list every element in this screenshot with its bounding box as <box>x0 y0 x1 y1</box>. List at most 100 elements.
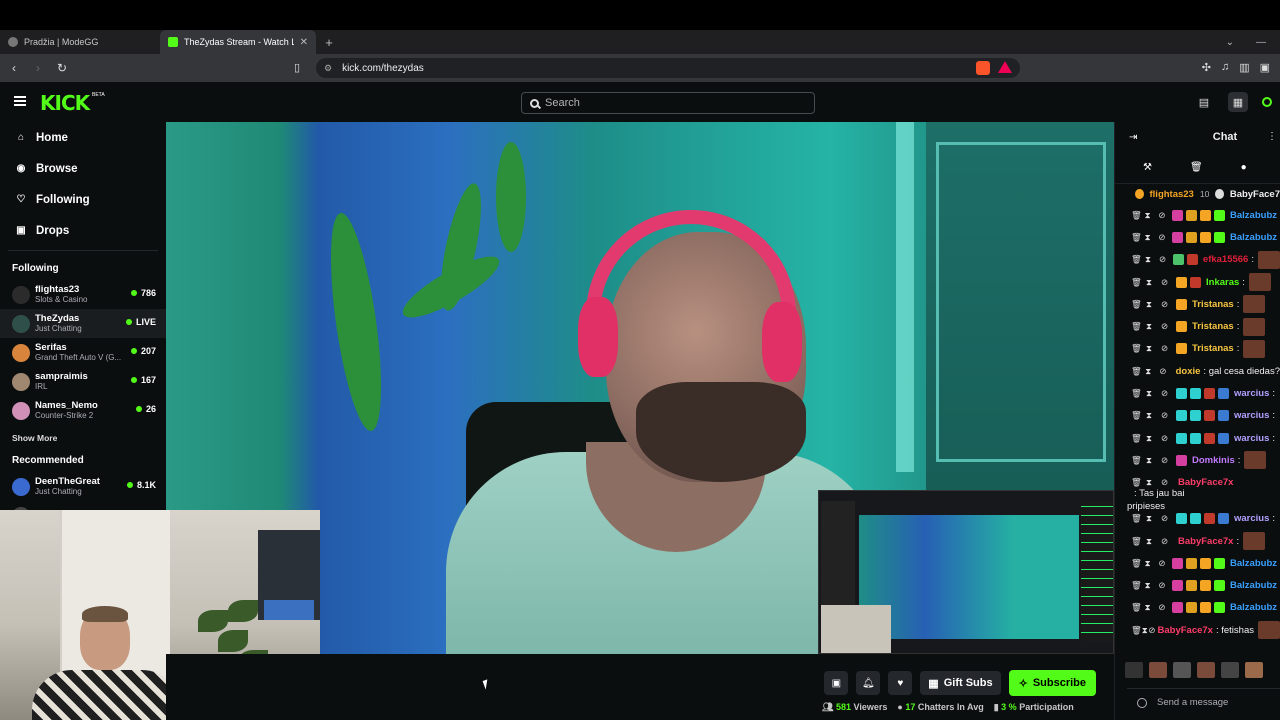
chat-input[interactable]: Send a message <box>1127 688 1280 716</box>
show-more-link[interactable]: Show More <box>0 425 166 451</box>
trash-icon[interactable]: 🗑︎ <box>1131 299 1146 310</box>
timeout-icon[interactable]: ⧗ <box>1146 455 1161 466</box>
timeout-icon[interactable]: ⧗ <box>1145 602 1159 613</box>
wallet-icon[interactable]: ▣ <box>1260 61 1270 74</box>
sidebar-channel[interactable]: Serifas Grand Theft Auto V (G... 207 <box>0 338 166 367</box>
emote[interactable] <box>1149 662 1167 678</box>
ban-icon[interactable]: ⊘ <box>1161 343 1176 354</box>
emote[interactable] <box>1173 662 1191 678</box>
new-tab-button[interactable]: + <box>316 35 342 50</box>
kick-logo[interactable]: KICK <box>40 91 90 115</box>
address-bar[interactable]: ⚙ kick.com/thezydas <box>316 58 1020 78</box>
chat-username[interactable]: warcius <box>1234 513 1269 524</box>
clip-button[interactable]: ▣ <box>824 671 849 695</box>
trash-icon[interactable]: 🗑︎ <box>1131 210 1145 221</box>
menu-icon[interactable] <box>14 96 26 106</box>
tab-list-chevron-icon[interactable]: ⌄ <box>1226 37 1234 48</box>
chat-username[interactable]: Balzabubz <box>1230 210 1277 221</box>
close-tab-icon[interactable]: ✕ <box>300 37 308 48</box>
timeout-icon[interactable]: ⧗ <box>1146 410 1161 421</box>
trash-icon[interactable]: 🗑︎ <box>1131 254 1145 265</box>
chat-username[interactable]: BabyFace7x <box>1178 536 1233 547</box>
emoji-icon[interactable] <box>1137 697 1147 708</box>
trash-icon[interactable]: 🗑︎ <box>1131 232 1145 243</box>
chat-username[interactable]: Balzabubz <box>1230 232 1277 243</box>
subscribe-button[interactable]: ✧ Subscribe <box>1008 670 1096 696</box>
gift-subs-button[interactable]: ▦ Gift Subs <box>920 671 1001 695</box>
hammer-icon[interactable]: ⚒ <box>1143 162 1152 173</box>
sidebar-item-home[interactable]: ⌂ Home <box>0 122 166 153</box>
chat-username[interactable]: Tristanas <box>1192 299 1234 310</box>
ban-icon[interactable]: ⊘ <box>1161 388 1176 399</box>
trash-icon[interactable]: 🗑︎ <box>1131 477 1146 488</box>
chat-username[interactable]: BabyFace7x <box>1158 625 1213 636</box>
ban-icon[interactable]: ⊘ <box>1161 410 1176 421</box>
chat-username[interactable]: Inkaras <box>1206 277 1239 288</box>
chat-username[interactable]: warcius <box>1234 410 1269 421</box>
chat-username[interactable]: Tristanas <box>1192 343 1234 354</box>
ban-icon[interactable]: ⊘ <box>1159 366 1173 377</box>
theatre-mode-icon[interactable]: ▤ <box>1194 92 1214 112</box>
ban-icon[interactable]: ⊘ <box>1161 321 1176 332</box>
sidebar-item-drops[interactable]: ▣ Drops <box>0 215 166 246</box>
timeout-icon[interactable]: ⧗ <box>1145 232 1159 243</box>
trash-icon[interactable]: 🗑︎ <box>1131 580 1145 591</box>
sidebar-item-browse[interactable]: ◉ Browse <box>0 153 166 184</box>
timeout-icon[interactable]: ⧗ <box>1145 366 1159 377</box>
timeout-icon[interactable]: ⧗ <box>1146 299 1161 310</box>
ban-icon[interactable]: ⊘ <box>1161 477 1176 488</box>
timeout-icon[interactable]: ⧗ <box>1146 321 1161 332</box>
timeout-icon[interactable]: ⧗ <box>1145 580 1159 591</box>
sidebar-toggle-icon[interactable]: ▥ <box>1239 61 1249 74</box>
bookmark-icon[interactable]: ▯ <box>294 61 300 74</box>
ban-icon[interactable]: ⊘ <box>1161 277 1176 288</box>
timeout-icon[interactable]: ⧗ <box>1146 343 1161 354</box>
timeout-icon[interactable]: ⧗ <box>1142 625 1149 636</box>
gifter-name[interactable]: BabyFace7 <box>1230 189 1280 200</box>
brave-shield-icon[interactable] <box>976 61 990 75</box>
chat-bubble-icon[interactable]: ● <box>1241 162 1247 173</box>
ban-icon[interactable]: ⊘ <box>1158 210 1172 221</box>
search-input[interactable]: Search <box>521 92 815 114</box>
ban-icon[interactable]: ⊘ <box>1158 602 1172 613</box>
follow-button[interactable]: ♥ <box>888 671 913 695</box>
notifications-button[interactable]: 🔔︎ <box>856 671 881 695</box>
ban-icon[interactable]: ⊘ <box>1158 558 1172 569</box>
chat-username[interactable]: warcius <box>1234 388 1269 399</box>
trash-icon[interactable]: 🗑︎ <box>1131 321 1146 332</box>
sidebar-channel[interactable]: TheZydas Just Chatting LIVE <box>0 309 166 338</box>
sidebar-item-following[interactable]: ♡ Following <box>0 184 166 215</box>
media-icon[interactable]: ♫ <box>1221 61 1229 74</box>
layout-icon[interactable]: ▦ <box>1228 92 1248 112</box>
chat-username[interactable]: efka15566 <box>1203 254 1248 265</box>
forward-icon[interactable]: › <box>28 61 48 75</box>
trash-icon[interactable]: 🗑︎ <box>1131 558 1145 569</box>
chat-username[interactable]: warcius <box>1234 433 1269 444</box>
chat-username[interactable]: Balzabubz <box>1230 602 1277 613</box>
sidebar-channel[interactable]: flightas23 Slots & Casino 786 <box>0 280 166 309</box>
trash-icon[interactable]: 🗑︎ <box>1131 625 1142 636</box>
trash-icon[interactable]: 🗑︎ <box>1131 277 1146 288</box>
timeout-icon[interactable]: ⧗ <box>1146 433 1161 444</box>
chat-username[interactable]: Tristanas <box>1192 321 1234 332</box>
timeout-icon[interactable]: ⧗ <box>1146 536 1161 547</box>
chat-username[interactable]: Balzabubz <box>1230 580 1277 591</box>
browser-tab-thezydas[interactable]: TheZydas Stream - Watch Live on ✕ <box>160 30 316 54</box>
reload-icon[interactable]: ↻ <box>52 61 72 75</box>
back-icon[interactable]: ‹ <box>4 61 24 75</box>
ban-icon[interactable]: ⊘ <box>1159 254 1173 265</box>
timeout-icon[interactable]: ⧗ <box>1145 558 1159 569</box>
timeout-icon[interactable]: ⧗ <box>1146 388 1161 399</box>
emote[interactable] <box>1245 662 1263 678</box>
chat-username[interactable]: doxie <box>1176 366 1201 377</box>
trash-icon[interactable]: 🗑︎ <box>1131 536 1146 547</box>
trash-icon[interactable]: 🗑︎ <box>1190 162 1203 173</box>
sidebar-channel[interactable]: DeenTheGreat Just Chatting 8.1K <box>0 472 166 501</box>
chat-username[interactable]: Domkinis <box>1192 455 1235 466</box>
trash-icon[interactable]: 🗑︎ <box>1131 455 1146 466</box>
sidebar-channel[interactable]: sampraimis IRL 167 <box>0 367 166 396</box>
minimize-icon[interactable]: — <box>1256 37 1266 48</box>
ban-icon[interactable]: ⊘ <box>1148 625 1155 636</box>
ban-icon[interactable]: ⊘ <box>1158 232 1172 243</box>
emote[interactable] <box>1125 662 1143 678</box>
